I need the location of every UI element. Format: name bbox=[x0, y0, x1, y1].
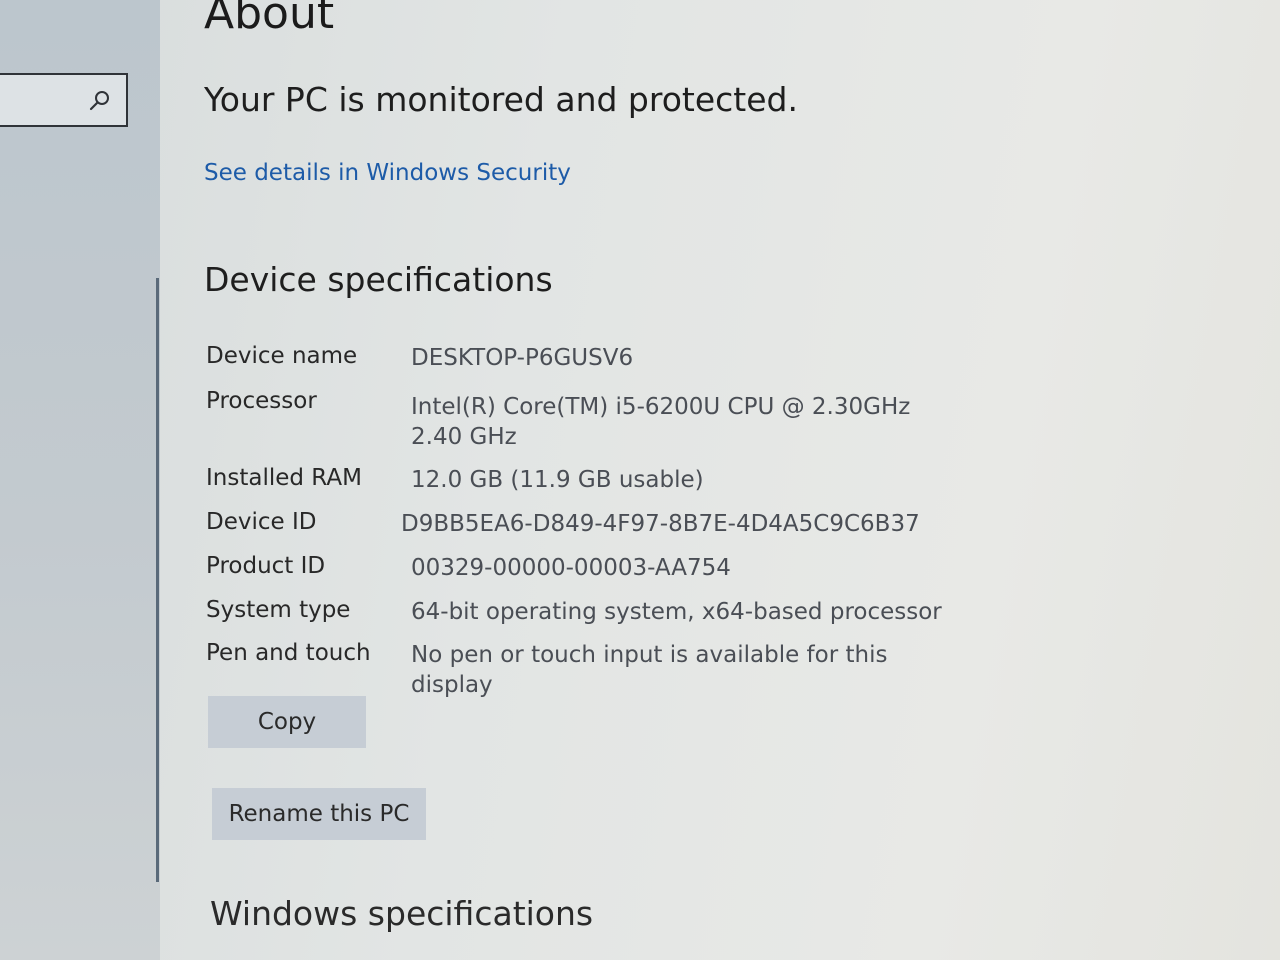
scrollbar[interactable] bbox=[156, 278, 159, 882]
protection-status-heading: Your PC is monitored and protected. bbox=[204, 80, 798, 119]
settings-sidebar bbox=[0, 0, 160, 960]
windows-security-link[interactable]: See details in Windows Security bbox=[204, 160, 571, 186]
spec-value: Intel(R) Core(TM) i5-6200U CPU @ 2.30GHz… bbox=[411, 394, 911, 450]
spec-label: Device name bbox=[206, 343, 358, 369]
device-specifications-heading: Device specifications bbox=[204, 260, 553, 299]
spec-value: DESKTOP-P6GUSV6 bbox=[411, 345, 634, 371]
spec-label: Processor bbox=[206, 388, 317, 414]
about-content: About Your PC is monitored and protected… bbox=[204, 0, 1264, 960]
search-icon[interactable] bbox=[88, 88, 112, 112]
spec-value: D9BB5EA6-D849-4F97-8B7E-4D4A5C9C6B37 bbox=[401, 511, 920, 537]
page-title: About bbox=[204, 0, 335, 39]
spec-label: Product ID bbox=[206, 553, 326, 579]
spec-value: No pen or touch input is available for t… bbox=[411, 642, 888, 698]
search-input[interactable] bbox=[0, 73, 128, 127]
spec-label: Device ID bbox=[206, 509, 317, 535]
spec-value: 64-bit operating system, x64-based proce… bbox=[411, 599, 942, 625]
windows-specifications-heading: Windows specifications bbox=[210, 894, 594, 933]
rename-pc-button[interactable]: Rename this PC bbox=[212, 788, 426, 840]
spec-label: Pen and touch bbox=[206, 640, 371, 666]
spec-value: 00329-00000-00003-AA754 bbox=[411, 555, 731, 581]
spec-label: System type bbox=[206, 597, 351, 623]
copy-button[interactable]: Copy bbox=[208, 696, 366, 748]
spec-value: 12.0 GB (11.9 GB usable) bbox=[411, 467, 704, 493]
spec-label: Installed RAM bbox=[206, 465, 362, 491]
settings-window: About Your PC is monitored and protected… bbox=[0, 0, 1280, 960]
